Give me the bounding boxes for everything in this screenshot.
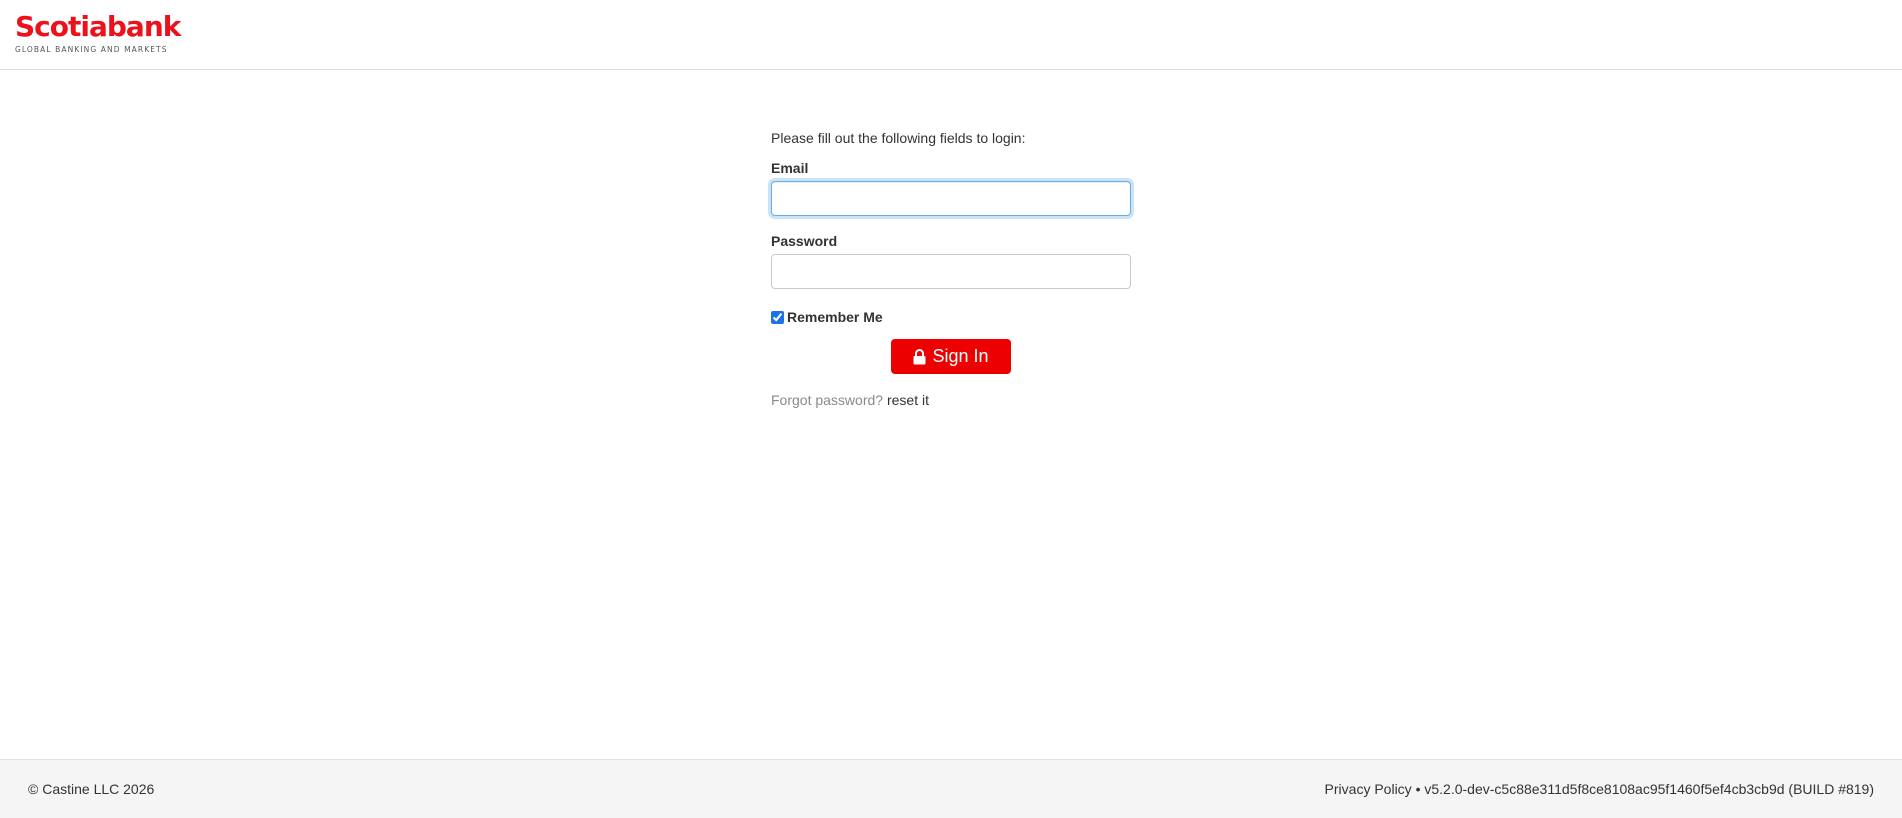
- login-page: Scotiabank GLOBAL BANKING AND MARKETS Pl…: [0, 0, 1902, 818]
- email-label: Email: [771, 160, 809, 176]
- footer-separator: •: [1415, 781, 1421, 797]
- privacy-policy-link[interactable]: Privacy Policy: [1325, 781, 1412, 797]
- lock-icon: [913, 348, 926, 365]
- reset-password-link[interactable]: reset it: [887, 392, 929, 408]
- site-footer: © Castine LLC 2026 Privacy Policy • v5.2…: [0, 759, 1902, 818]
- remember-me-checkbox[interactable]: [771, 310, 784, 324]
- footer-links: Privacy Policy • v5.2.0-dev-c5c88e311d5f…: [1325, 760, 1874, 818]
- copyright-text: © Castine LLC 2026: [28, 781, 155, 797]
- signin-button-row: Sign In: [771, 339, 1131, 374]
- login-form: Please fill out the following fields to …: [771, 128, 1131, 410]
- remember-me-row: Remember Me: [771, 307, 1131, 327]
- version-text: v5.2.0-dev-c5c88e311d5f8ce8108ac95f1460f…: [1424, 781, 1874, 797]
- email-field[interactable]: [771, 181, 1131, 216]
- forgot-password-row: Forgot password? reset it: [771, 390, 1131, 410]
- remember-me-label[interactable]: Remember Me: [787, 309, 883, 325]
- logo-subtitle: GLOBAL BANKING AND MARKETS: [15, 45, 168, 54]
- login-intro-text: Please fill out the following fields to …: [771, 130, 1026, 146]
- scotiabank-logo[interactable]: Scotiabank GLOBAL BANKING AND MARKETS: [15, 10, 181, 55]
- logo-wordmark: Scotiabank: [15, 10, 181, 43]
- forgot-password-text: Forgot password?: [771, 392, 884, 408]
- password-label: Password: [771, 233, 838, 249]
- sign-in-label: Sign In: [932, 346, 989, 366]
- sign-in-button[interactable]: Sign In: [891, 339, 1011, 374]
- password-field[interactable]: [771, 254, 1131, 289]
- site-header: Scotiabank GLOBAL BANKING AND MARKETS: [0, 0, 1902, 70]
